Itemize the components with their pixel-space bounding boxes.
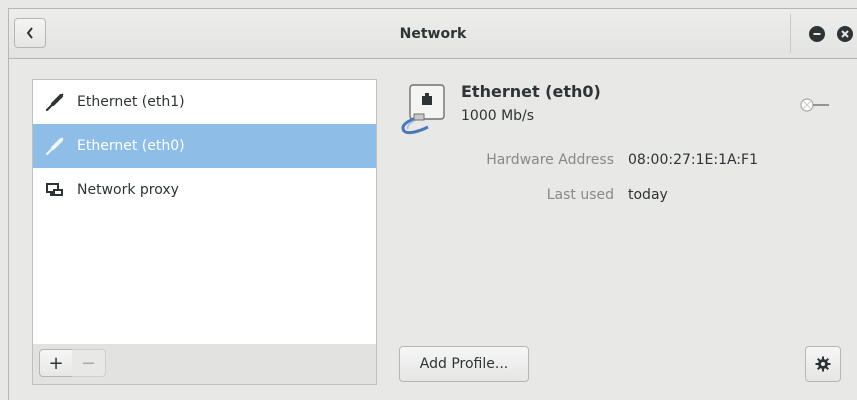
list-item-label: Ethernet (eth1) — [77, 94, 185, 110]
list-toolbar: + − — [32, 344, 377, 385]
ethernet-cable-icon — [33, 136, 77, 156]
close-button[interactable] — [837, 26, 853, 42]
minimize-button[interactable] — [809, 26, 825, 42]
add-profile-button[interactable]: Add Profile... — [399, 346, 529, 382]
network-proxy-icon — [33, 180, 77, 200]
gear-icon — [815, 356, 831, 372]
last-used-value: today — [628, 187, 668, 203]
list-item-ethernet-eth1[interactable]: Ethernet (eth1) — [33, 80, 376, 124]
header-bar: Network — [9, 9, 857, 59]
remove-connection-button[interactable]: − — [72, 349, 106, 377]
list-item-label: Network proxy — [77, 182, 179, 198]
hardware-address-label: Hardware Address — [486, 152, 614, 168]
hardware-address-value: 08:00:27:1E:1A:F1 — [628, 152, 758, 168]
device-name: Ethernet (eth0) — [461, 82, 601, 101]
minimize-icon — [813, 33, 821, 35]
window-title: Network — [399, 25, 467, 42]
list-item-network-proxy[interactable]: Network proxy — [33, 168, 376, 212]
wired-network-icon — [398, 81, 452, 137]
ethernet-cable-icon — [33, 92, 77, 112]
close-icon — [841, 30, 849, 38]
device-list: Ethernet (eth1) Ethernet (eth0) Network … — [32, 79, 377, 345]
network-switch-off-icon[interactable] — [791, 97, 835, 113]
device-speed: 1000 Mb/s — [461, 108, 535, 124]
settings-button[interactable] — [805, 346, 841, 382]
header-separator — [790, 14, 791, 53]
list-item-label: Ethernet (eth0) — [77, 138, 185, 154]
network-settings-window: Network Ethernet (eth1) Ethernet (eth0) … — [8, 8, 857, 400]
last-used-label: Last used — [546, 187, 614, 203]
add-connection-button[interactable]: + — [39, 349, 73, 377]
list-item-ethernet-eth0[interactable]: Ethernet (eth0) — [33, 124, 376, 168]
